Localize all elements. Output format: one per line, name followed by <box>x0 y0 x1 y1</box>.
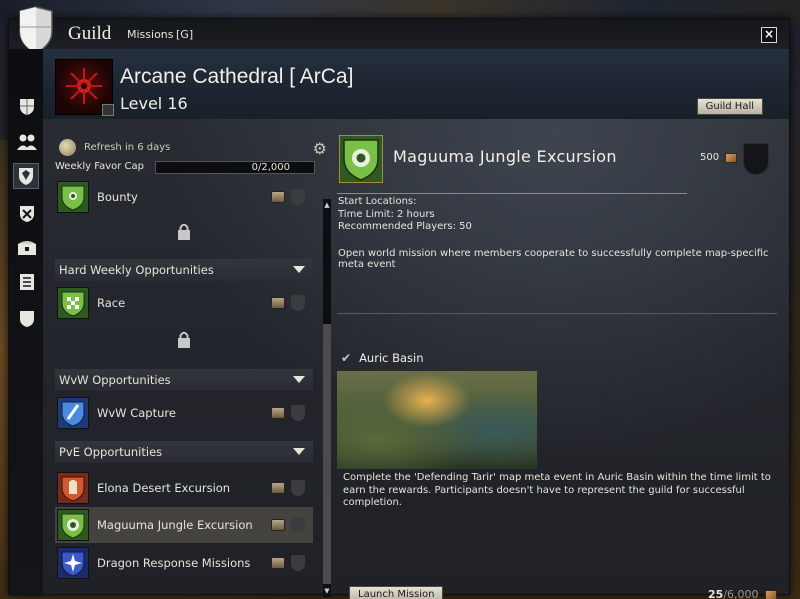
launch-mission-button[interactable]: Launch Mission <box>349 586 444 599</box>
mission-name: Elona Desert Excursion <box>97 481 231 495</box>
mission-row-elona[interactable]: Elona Desert Excursion <box>55 470 313 506</box>
category-label: WvW Opportunities <box>59 373 171 387</box>
treasury-icon[interactable] <box>16 237 38 259</box>
lock-icon <box>178 331 190 348</box>
category-label: Hard Weekly Opportunities <box>59 263 214 277</box>
dragon-response-mission-icon <box>57 547 89 579</box>
refresh-timer: Refresh in 6 days <box>59 139 170 156</box>
category-wvw[interactable]: WvW Opportunities <box>55 369 313 391</box>
location-image <box>337 371 537 469</box>
lock-icon <box>178 223 190 240</box>
favor-total: /6,000 <box>723 588 759 599</box>
favor-cap-bar: 0/2,000 <box>155 161 315 174</box>
time-limit: Time Limit: 2 hours <box>338 208 435 220</box>
scroll-thumb[interactable] <box>323 324 331 584</box>
roster-icon[interactable] <box>16 131 38 153</box>
mission-name: Bounty <box>97 190 138 204</box>
recommended-players: Recommended Players: 50 <box>338 221 472 232</box>
guild-emblem[interactable] <box>55 59 114 116</box>
mission-row-maguuma[interactable]: Maguuma Jungle Excursion <box>55 507 313 543</box>
mission-info: Start Locations: Time Limit: 2 hours Rec… <box>338 196 472 234</box>
guild-shield-icon <box>19 6 53 54</box>
start-locations-label: Start Locations: <box>338 196 417 207</box>
favor-coin-icon <box>59 139 76 156</box>
elona-mission-icon <box>57 472 89 504</box>
favor-current: 25 <box>708 588 724 599</box>
emblem-icon[interactable] <box>16 307 38 329</box>
mission-name: Maguuma Jungle Excursion <box>97 518 253 532</box>
reward-value: 500 <box>700 152 720 163</box>
guild-level: Level 16 <box>120 94 188 113</box>
favor-icon <box>765 590 778 599</box>
missions-menu-label: Missions <box>127 28 174 41</box>
window-title: Guild <box>68 23 112 44</box>
missions-list: Bounty Hard Weekly Opportunities Race Wv… <box>55 179 319 595</box>
category-hard-weekly[interactable]: Hard Weekly Opportunities <box>55 259 313 281</box>
mission-row-wvw-capture[interactable]: WvW Capture <box>55 395 313 431</box>
reward-amount: 500 <box>700 152 738 163</box>
hotkey-label: [G] <box>176 28 194 41</box>
scroll-down-icon[interactable]: ▼ <box>323 587 331 595</box>
missions-icon[interactable] <box>13 163 39 189</box>
favor-icon <box>725 152 738 163</box>
category-label: PvE Opportunities <box>59 445 163 459</box>
wvw-capture-mission-icon <box>57 397 89 429</box>
location-description: Complete the 'Defending Tarir' map meta … <box>343 472 771 508</box>
reward-chest-icon <box>271 557 285 569</box>
close-button[interactable]: × <box>761 27 777 43</box>
bounty-mission-icon <box>57 181 89 213</box>
category-pve[interactable]: PvE Opportunities <box>55 441 313 463</box>
missions-scrollbar[interactable]: ▲ ▼ <box>323 199 331 597</box>
collapse-arrow-icon[interactable] <box>293 376 305 383</box>
reward-shield-icon <box>743 143 769 175</box>
favor-progress: 25/6,000 <box>708 588 778 599</box>
navigation-rail <box>9 49 43 596</box>
reward-chest-icon <box>271 407 285 419</box>
shield-slot-icon <box>291 555 305 571</box>
check-icon: ✔ <box>341 351 352 365</box>
divider <box>337 313 777 314</box>
maguuma-mission-large-icon <box>339 135 383 183</box>
mission-description: Open world mission where members coopera… <box>338 248 769 270</box>
title-bar[interactable]: Guild Missions [G] × <box>9 19 789 49</box>
mission-row-race[interactable]: Race <box>55 285 313 321</box>
reward-chest-icon <box>271 191 285 203</box>
shield-slot-icon <box>291 517 305 533</box>
shield-slot-icon <box>291 405 305 421</box>
collapse-arrow-icon[interactable] <box>293 448 305 455</box>
collapse-arrow-icon[interactable] <box>293 266 305 273</box>
mission-title: Maguuma Jungle Excursion <box>393 147 617 166</box>
mission-name: WvW Capture <box>97 406 176 420</box>
favor-cap-label: Weekly Favor Cap <box>55 161 145 172</box>
upgrades-icon[interactable] <box>16 202 38 224</box>
mission-name: Dragon Response Missions <box>97 556 251 570</box>
shield-slot-icon <box>291 480 305 496</box>
mission-detail-panel: Maguuma Jungle Excursion 500 Start Locat… <box>337 119 789 599</box>
gear-icon[interactable]: ⚙ <box>313 139 327 158</box>
mission-row-dragon-response[interactable]: Dragon Response Missions <box>55 545 313 581</box>
shield-slot-icon <box>291 189 305 205</box>
location-header[interactable]: ✔ Auric Basin <box>341 351 424 365</box>
shield-slot-icon <box>291 295 305 311</box>
missions-list-panel: Refresh in 6 days ⚙ Weekly Favor Cap 0/2… <box>43 119 333 597</box>
guild-window: Guild Missions [G] × Arcane Cathedral [… <box>8 6 790 599</box>
reward-chest-icon <box>271 297 285 309</box>
location-name: Auric Basin <box>359 351 424 365</box>
divider <box>337 193 687 194</box>
mission-name: Race <box>97 296 126 310</box>
edit-emblem-icon[interactable] <box>102 104 114 116</box>
reward-chest-icon <box>271 482 285 494</box>
log-icon[interactable] <box>16 271 38 293</box>
mission-row-bounty[interactable]: Bounty <box>55 179 313 215</box>
maguuma-mission-icon <box>57 509 89 541</box>
guild-hall-button[interactable]: Guild Hall <box>696 98 763 115</box>
race-mission-icon <box>57 287 89 319</box>
reward-chest-icon <box>271 519 285 531</box>
guild-name: Arcane Cathedral [ ArCa] <box>120 65 354 88</box>
guild-header: Arcane Cathedral [ ArCa] Level 16 Guild … <box>43 49 789 119</box>
guild-crest-icon[interactable] <box>16 95 38 117</box>
scroll-up-icon[interactable]: ▲ <box>323 201 331 209</box>
refresh-text: Refresh in 6 days <box>84 142 171 153</box>
